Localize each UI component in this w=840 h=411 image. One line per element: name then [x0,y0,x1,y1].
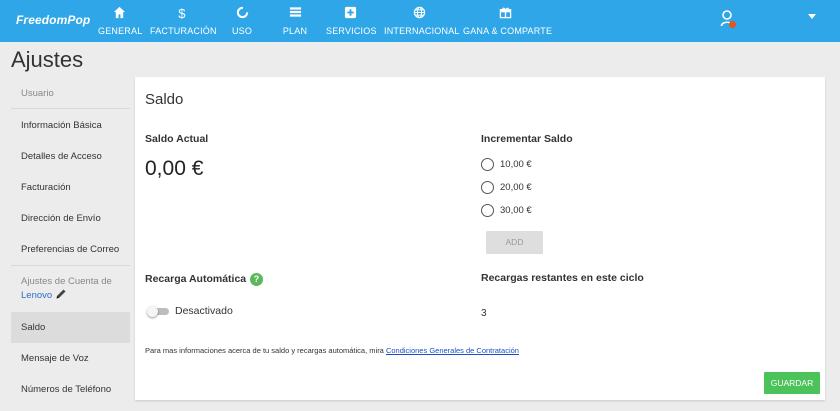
info-text: Para mas informaciones acerca de tu sald… [145,346,519,355]
add-button[interactable]: ADD [486,231,543,254]
sidebar-item-saldo[interactable]: Saldo [11,322,130,334]
sidebar-header-usuario: Usuario [21,88,54,99]
sidebar-item-numeros-de-telefono[interactable]: Números de Teléfono [11,384,130,396]
user-icon[interactable] [720,9,738,31]
save-button[interactable]: GUARDAR [764,372,820,394]
radio-button[interactable] [481,204,494,217]
nav-internacional[interactable]: INTERNACIONAL [384,6,460,40]
current-balance-value: 0,00 € [145,157,204,180]
nav-plan[interactable]: PLAN [282,6,308,40]
nav-label: INTERNACIONAL [384,26,460,36]
sidebar-item-mensaje-de-voz[interactable]: Mensaje de Voz [11,353,130,365]
toggle-knob [147,306,158,317]
nav-servicios[interactable]: SERVICIOS [326,6,377,40]
sidebar-item-facturacion[interactable]: Facturación [11,182,130,194]
lenovo-account-label: Lenovo [21,290,53,301]
svg-text:$: $ [178,6,186,20]
nav-gana-comparte[interactable]: GANA & COMPARTE [463,6,553,40]
sidebar-item-direccion-de-envio[interactable]: Dirección de Envío [11,213,130,225]
nav-label: FACTURACIÓN [150,26,217,36]
increase-balance-label: Incrementar Saldo [481,133,573,145]
remaining-recharges-label: Recargas restantes en este ciclo [481,272,644,284]
sidebar-divider [11,108,130,109]
nav-label: USO [231,26,253,36]
section-title: Saldo [145,91,184,108]
usage-ring-icon [230,6,254,20]
nav-label: GANA & COMPARTE [463,26,553,36]
topup-option-label: 30,00 € [500,205,532,216]
auto-recharge-toggle[interactable] [147,306,169,317]
nav-label: GENERAL [98,26,143,36]
plus-box-icon [326,6,374,20]
nav-facturacion[interactable]: $ FACTURACIÓN [150,6,217,40]
balance-card: Saldo Saldo Actual 0,00 € Incrementar Sa… [135,77,825,400]
sidebar-header-label: Ajustes de Cuenta de [21,276,112,287]
pencil-icon[interactable] [55,288,67,304]
caret-down-icon[interactable] [808,14,816,19]
remaining-recharges-value: 3 [481,308,487,319]
nav-label: SERVICIOS [326,26,377,36]
topup-option-label: 20,00 € [500,182,532,193]
auto-recharge-label: Recarga Automática [145,273,247,285]
topup-option-label: 10,00 € [500,159,532,170]
home-icon [98,6,140,20]
sidebar-item-preferencias-de-correo[interactable]: Preferencias de Correo [11,244,130,256]
sidebar-item-detalles-de-acceso[interactable]: Detalles de Acceso [11,151,130,163]
sidebar-divider [11,265,130,266]
nav-general[interactable]: GENERAL [98,6,143,40]
info-text-body: Para mas informaciones acerca de tu sald… [145,346,384,355]
freedompop-logo[interactable]: FreedomPop [16,13,90,27]
page-title: Ajustes [11,47,84,72]
nav-label: PLAN [282,26,308,36]
nav-uso[interactable]: USO [230,6,254,40]
sidebar-item-informacion-basica[interactable]: Información Básica [11,120,130,132]
radio-button[interactable] [481,181,494,194]
list-icon [282,6,308,20]
current-balance-label: Saldo Actual [145,133,209,145]
sidebar-header-ajustes-de-cuenta: Ajustes de Cuenta de Lenovo [11,276,130,304]
gift-icon [463,6,548,20]
radio-button[interactable] [481,158,494,171]
dollar-icon: $ [150,6,213,20]
help-icon[interactable]: ? [250,273,263,286]
top-nav-bar: FreedomPop GENERAL $ FACTURACIÓN USO PLA… [0,0,840,42]
globe-icon [384,6,454,20]
terms-link[interactable]: Condiciones Generales de Contratación [386,346,519,355]
auto-recharge-state: Desactivado [175,305,233,317]
